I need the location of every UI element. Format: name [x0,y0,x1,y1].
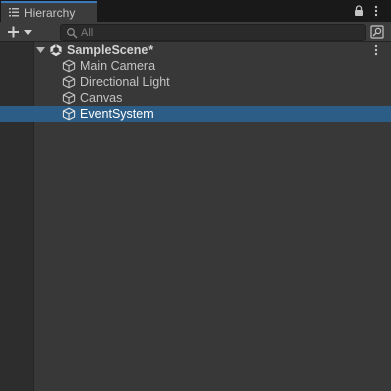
hierarchy-tree: SampleScene* Main Camera Directional Lig… [0,42,391,391]
toolbar: All [0,22,391,42]
scene-name: SampleScene* [67,43,154,57]
tree-item-label: Canvas [80,91,123,105]
search-field[interactable]: All [60,24,366,41]
gameobject-cube-icon [62,91,76,105]
tab-hierarchy[interactable]: Hierarchy [1,1,97,22]
tree-item-main-camera[interactable]: Main Camera [0,58,391,74]
tree-item-canvas[interactable]: Canvas [0,90,391,106]
gameobject-cube-icon [62,59,76,73]
unity-logo-icon [50,43,62,57]
tab-strip: Hierarchy [0,0,391,22]
tab-menu-icon[interactable] [370,5,382,17]
tree-item-directional-light[interactable]: Directional Light [0,74,391,90]
search-placeholder: All [81,27,94,39]
search-icon [67,28,78,39]
tree-item-eventsystem[interactable]: EventSystem [0,106,391,122]
tab-label: Hierarchy [24,5,76,20]
tree-item-label: EventSystem [80,107,154,121]
list-icon [9,8,19,17]
create-button[interactable] [6,24,36,40]
tree-item-label: Directional Light [80,75,170,89]
hierarchy-window: Hierarchy All SampleScene* Main Camera D… [0,0,391,391]
scene-menu-icon[interactable] [372,43,380,57]
gameobject-cube-icon [62,75,76,89]
lock-icon[interactable] [353,5,365,17]
gameobject-cube-icon [62,107,76,121]
chevron-down-icon[interactable] [36,46,45,54]
scene-row[interactable]: SampleScene* [0,42,391,58]
tree-item-label: Main Camera [80,59,156,73]
search-by-type-icon[interactable] [370,25,384,39]
